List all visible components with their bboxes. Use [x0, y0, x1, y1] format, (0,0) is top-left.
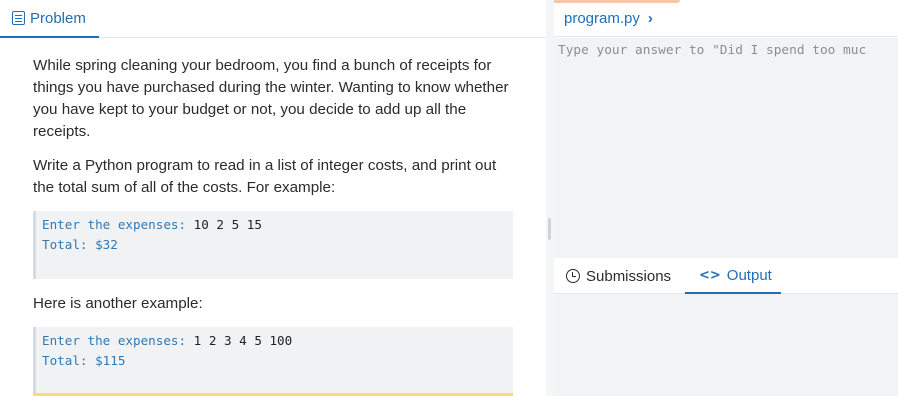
example-2-output-line: Total: $115 [42, 353, 126, 368]
file-tab-program-py[interactable]: program.py › [564, 10, 653, 27]
problem-paragraph-1: While spring cleaning your bedroom, you … [33, 57, 509, 140]
problem-description: While spring cleaning your bedroom, you … [33, 55, 513, 396]
tab-output[interactable]: <> Output [685, 258, 781, 294]
example-code-1: Enter the expenses: 10 2 5 15 Total: $32 [33, 211, 513, 279]
output-area [554, 294, 898, 396]
example-1-output-line: Total: $32 [42, 237, 118, 252]
history-icon [566, 269, 580, 283]
editor-tabbar: program.py › [554, 0, 898, 37]
tab-problem-label: Problem [30, 9, 86, 27]
example-1-input-line: Enter the expenses: 10 2 5 15 [42, 217, 262, 232]
code-icon: <> [699, 267, 721, 283]
tab-problem[interactable]: Problem [0, 0, 99, 38]
tab-submissions[interactable]: Submissions [566, 258, 671, 294]
editor-pane: program.py › Type your answer to "Did I … [554, 0, 898, 396]
problem-tabbar: Problem [0, 0, 546, 38]
document-icon [12, 11, 25, 25]
editor-placeholder: Type your answer to "Did I spend too muc [558, 43, 867, 58]
tab-submissions-label: Submissions [586, 267, 672, 285]
chevron-right-icon[interactable]: › [648, 10, 653, 27]
problem-paragraph-2: Write a Python program to read in a list… [33, 157, 497, 196]
problem-pane: Problem While spring cleaning your bedro… [0, 0, 546, 396]
code-editor[interactable]: Type your answer to "Did I spend too muc [554, 38, 898, 258]
tab-output-label: Output [726, 266, 772, 284]
file-name: program.py [564, 10, 640, 27]
example-2-input-line: Enter the expenses: 1 2 3 4 5 100 [42, 333, 293, 348]
pane-divider[interactable] [546, 0, 554, 396]
resize-handle[interactable] [548, 218, 551, 240]
output-tabbar: Submissions <> Output [554, 258, 898, 294]
problem-paragraph-3: Here is another example: [33, 295, 203, 312]
example-code-2: Enter the expenses: 1 2 3 4 5 100 Total:… [33, 327, 513, 395]
